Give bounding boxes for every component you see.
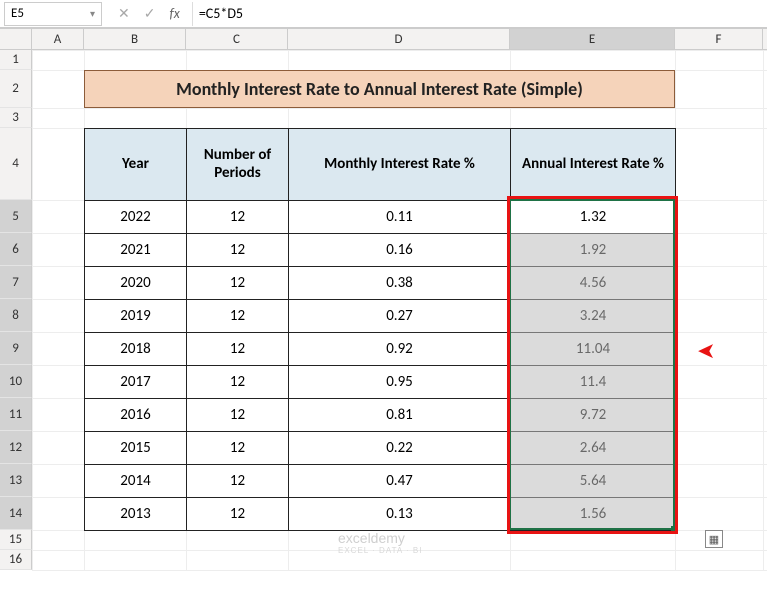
cell-periods[interactable]: 12 bbox=[187, 300, 289, 333]
row-area: Monthly Interest Rate to Annual Interest… bbox=[0, 50, 767, 570]
grid-cells[interactable]: Monthly Interest Rate to Annual Interest… bbox=[32, 50, 767, 570]
row-header-12[interactable]: 12 bbox=[0, 431, 32, 464]
worksheet: ABCDEF Monthly Interest Rate to Annual I… bbox=[0, 28, 767, 570]
table-row: 2021120.161.92 bbox=[85, 234, 676, 267]
row-header-5[interactable]: 5 bbox=[0, 200, 32, 233]
cancel-icon[interactable]: ✕ bbox=[118, 5, 130, 22]
row-header-1[interactable]: 1 bbox=[0, 50, 32, 70]
fx-icon[interactable]: fx bbox=[169, 5, 179, 22]
watermark: exceldemyEXCEL · DATA · BI bbox=[338, 530, 422, 555]
cell-year[interactable]: 2019 bbox=[85, 300, 187, 333]
cell-monthly[interactable]: 0.27 bbox=[289, 300, 511, 333]
row-header-8[interactable]: 8 bbox=[0, 299, 32, 332]
cell-annual[interactable]: 11.04 bbox=[511, 333, 676, 366]
cell-year[interactable]: 2021 bbox=[85, 234, 187, 267]
formula-input[interactable]: =C5*D5 bbox=[192, 2, 767, 26]
cell-annual[interactable]: 1.32 bbox=[511, 201, 676, 234]
cell-annual[interactable]: 4.56 bbox=[511, 267, 676, 300]
enter-icon[interactable]: ✓ bbox=[144, 5, 156, 22]
cell-year[interactable]: 2018 bbox=[85, 333, 187, 366]
cell-monthly[interactable]: 0.92 bbox=[289, 333, 511, 366]
cell-year[interactable]: 2020 bbox=[85, 267, 187, 300]
cell-annual[interactable]: 11.4 bbox=[511, 366, 676, 399]
cell-periods[interactable]: 12 bbox=[187, 267, 289, 300]
table-row: 2013120.131.56 bbox=[85, 498, 676, 531]
cell-annual[interactable]: 2.64 bbox=[511, 432, 676, 465]
cell-monthly[interactable]: 0.95 bbox=[289, 366, 511, 399]
cell-annual[interactable]: 1.92 bbox=[511, 234, 676, 267]
autofill-icon: ▦ bbox=[709, 533, 719, 546]
row-header-11[interactable]: 11 bbox=[0, 398, 32, 431]
formula-text: =C5*D5 bbox=[199, 5, 243, 22]
table-row: 2020120.384.56 bbox=[85, 267, 676, 300]
cell-monthly[interactable]: 0.13 bbox=[289, 498, 511, 531]
cell-monthly[interactable]: 0.11 bbox=[289, 201, 511, 234]
cell-year[interactable]: 2015 bbox=[85, 432, 187, 465]
cell-year[interactable]: 2013 bbox=[85, 498, 187, 531]
cell-annual[interactable]: 5.64 bbox=[511, 465, 676, 498]
cell-year[interactable]: 2014 bbox=[85, 465, 187, 498]
arrow-left-icon: ➤ bbox=[697, 337, 715, 364]
cell-monthly[interactable]: 0.81 bbox=[289, 399, 511, 432]
row-header-3[interactable]: 3 bbox=[0, 108, 32, 128]
th-annual: Annual Interest Rate % bbox=[511, 129, 676, 201]
cell-periods[interactable]: 12 bbox=[187, 366, 289, 399]
row-header-2[interactable]: 2 bbox=[0, 70, 32, 108]
table-row: 2017120.9511.4 bbox=[85, 366, 676, 399]
name-box[interactable]: E5 ▾ bbox=[4, 2, 102, 26]
row-header-14[interactable]: 14 bbox=[0, 497, 32, 530]
cell-periods[interactable]: 12 bbox=[187, 399, 289, 432]
table-row: 2015120.222.64 bbox=[85, 432, 676, 465]
th-periods: Number of Periods bbox=[187, 129, 289, 201]
table-row: 2014120.475.64 bbox=[85, 465, 676, 498]
cell-periods[interactable]: 12 bbox=[187, 201, 289, 234]
th-monthly: Monthly Interest Rate % bbox=[289, 129, 511, 201]
column-headers: ABCDEF bbox=[0, 28, 767, 50]
cell-periods[interactable]: 12 bbox=[187, 333, 289, 366]
row-header-10[interactable]: 10 bbox=[0, 365, 32, 398]
col-header-C[interactable]: C bbox=[186, 29, 288, 49]
table-row: 2019120.273.24 bbox=[85, 300, 676, 333]
select-all-corner[interactable] bbox=[0, 29, 32, 49]
cell-annual[interactable]: 3.24 bbox=[511, 300, 676, 333]
cell-periods[interactable]: 12 bbox=[187, 498, 289, 531]
cell-monthly[interactable]: 0.47 bbox=[289, 465, 511, 498]
row-header-15[interactable]: 15 bbox=[0, 530, 32, 550]
cell-monthly[interactable]: 0.22 bbox=[289, 432, 511, 465]
cell-monthly[interactable]: 0.16 bbox=[289, 234, 511, 267]
cell-annual[interactable]: 9.72 bbox=[511, 399, 676, 432]
cell-year[interactable]: 2017 bbox=[85, 366, 187, 399]
cell-periods[interactable]: 12 bbox=[187, 465, 289, 498]
col-header-E[interactable]: E bbox=[510, 29, 675, 49]
cell-year[interactable]: 2022 bbox=[85, 201, 187, 234]
cell-periods[interactable]: 12 bbox=[187, 432, 289, 465]
col-header-A[interactable]: A bbox=[32, 29, 84, 49]
row-header-6[interactable]: 6 bbox=[0, 233, 32, 266]
watermark-line2: EXCEL · DATA · BI bbox=[338, 546, 422, 555]
cell-monthly[interactable]: 0.38 bbox=[289, 267, 511, 300]
row-header-4[interactable]: 4 bbox=[0, 128, 32, 200]
col-header-F[interactable]: F bbox=[675, 29, 763, 49]
cell-periods[interactable]: 12 bbox=[187, 234, 289, 267]
table-row: 2016120.819.72 bbox=[85, 399, 676, 432]
formula-bar-buttons: ✕ ✓ fx bbox=[106, 5, 192, 22]
formula-bar: E5 ▾ ✕ ✓ fx =C5*D5 bbox=[0, 0, 767, 28]
page-title: Monthly Interest Rate to Annual Interest… bbox=[84, 70, 675, 108]
table-row: 2022120.111.32 bbox=[85, 201, 676, 234]
interest-table: YearNumber of PeriodsMonthly Interest Ra… bbox=[84, 128, 676, 531]
row-header-9[interactable]: 9 bbox=[0, 332, 32, 365]
autofill-options-button[interactable]: ▦ bbox=[705, 530, 723, 548]
row-header-16[interactable]: 16 bbox=[0, 550, 32, 570]
table-row: 2018120.9211.04 bbox=[85, 333, 676, 366]
chevron-down-icon[interactable]: ▾ bbox=[90, 7, 95, 20]
row-header-13[interactable]: 13 bbox=[0, 464, 32, 497]
col-header-B[interactable]: B bbox=[84, 29, 186, 49]
col-header-D[interactable]: D bbox=[288, 29, 510, 49]
th-year: Year bbox=[85, 129, 187, 201]
name-box-value: E5 bbox=[11, 6, 24, 21]
row-header-7[interactable]: 7 bbox=[0, 266, 32, 299]
watermark-line1: exceldemy bbox=[338, 530, 422, 546]
cell-annual[interactable]: 1.56 bbox=[511, 498, 676, 531]
cell-year[interactable]: 2016 bbox=[85, 399, 187, 432]
